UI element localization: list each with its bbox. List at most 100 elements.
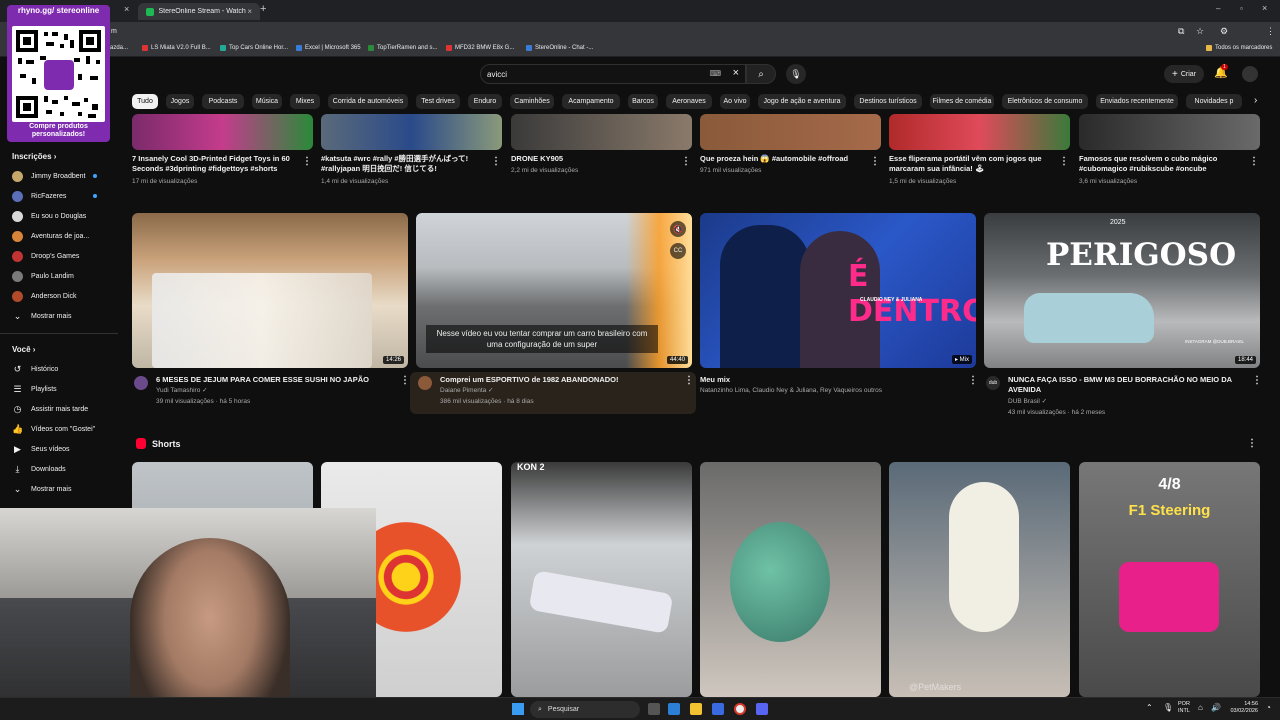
install-icon[interactable]: ⧉ bbox=[1178, 26, 1184, 37]
more-options-icon[interactable]: ⋮ bbox=[1249, 156, 1259, 167]
show-more-subscriptions[interactable]: ⌄ Mostrar mais bbox=[12, 311, 72, 322]
video-thumbnail-playing[interactable]: Nesse vídeo eu vou tentar comprar um car… bbox=[416, 213, 692, 368]
more-options-icon[interactable]: ⋮ bbox=[681, 156, 691, 167]
short-title[interactable]: Famosos que resolvem o cubo mágico #cubo… bbox=[1079, 154, 1244, 174]
star-icon[interactable]: ☆ bbox=[1196, 26, 1204, 37]
minimize-button[interactable]: – bbox=[1216, 4, 1220, 13]
clock[interactable]: 14:56 03/02/2026 bbox=[1224, 701, 1258, 715]
chips-next-icon[interactable]: › bbox=[1254, 95, 1257, 106]
more-options-icon[interactable]: ⋮ bbox=[491, 156, 501, 167]
sidebar-item-playlists[interactable]: ☰ Playlists bbox=[12, 384, 56, 395]
sidebar-subscription[interactable]: RicFazeres bbox=[12, 191, 66, 202]
chip[interactable]: Eletrônicos de consumo bbox=[1002, 94, 1088, 109]
language-indicator[interactable]: POR INTL bbox=[1178, 701, 1190, 715]
keyboard-icon[interactable]: ⌨ bbox=[709, 69, 721, 78]
channel-name[interactable]: Daiane Pimenta ✓ bbox=[440, 386, 494, 396]
chip[interactable]: Podcasts bbox=[202, 94, 244, 109]
bookmark-item[interactable]: TopTierRamen and s... bbox=[368, 45, 437, 51]
tab-active[interactable]: StereOnline Stream - Watch Li × bbox=[138, 3, 260, 20]
address-bar[interactable]: m ⧉ ☆ ⚙ ⋮ bbox=[0, 22, 1280, 42]
bookmark-item[interactable]: LS Miata V2.0 Full B... bbox=[142, 45, 211, 51]
create-button[interactable]: + Criar bbox=[1164, 65, 1204, 83]
video-thumbnail[interactable]: 14:26 bbox=[132, 213, 408, 368]
sidebar-subscription[interactable]: Jimmy Broadbent bbox=[12, 171, 85, 182]
you-header[interactable]: Você › bbox=[12, 345, 35, 354]
sidebar-subscription[interactable]: Paulo Landim bbox=[12, 271, 74, 282]
short-thumbnail[interactable] bbox=[511, 114, 692, 150]
chip[interactable]: Destinos turísticos bbox=[854, 94, 922, 109]
sidebar-item-history[interactable]: ↺ Histórico bbox=[12, 364, 59, 375]
file-explorer-icon[interactable] bbox=[690, 703, 702, 715]
chip[interactable]: Tudo bbox=[132, 94, 158, 109]
bookmark-item[interactable]: MFD32 BMW E8x G... bbox=[446, 45, 514, 51]
chip[interactable]: Acampamento bbox=[562, 94, 620, 109]
more-options-icon[interactable]: ⋮ bbox=[684, 375, 694, 386]
short-thumbnail[interactable] bbox=[700, 114, 881, 150]
store-icon[interactable] bbox=[712, 703, 724, 715]
short-thumbnail[interactable]: KON 2 bbox=[511, 462, 692, 697]
short-title[interactable]: DRONE KY905 bbox=[511, 154, 676, 164]
short-thumbnail[interactable] bbox=[132, 114, 313, 150]
subscriptions-header[interactable]: Inscrições › bbox=[12, 152, 56, 161]
bookmark-item[interactable]: Excel | Microsoft 365 bbox=[296, 45, 361, 51]
channel-avatar[interactable] bbox=[418, 376, 432, 390]
short-thumbnail[interactable]: @PetMakers bbox=[889, 462, 1070, 697]
chip[interactable]: Novidades p bbox=[1186, 94, 1242, 109]
short-title[interactable]: 7 Insanely Cool 3D-Printed Fidget Toys i… bbox=[132, 154, 297, 174]
short-title[interactable]: Esse fliperama portátil vêm com jogos qu… bbox=[889, 154, 1054, 174]
sidebar-item-liked[interactable]: 👍 Vídeos com "Gostei" bbox=[12, 424, 95, 435]
chip[interactable]: Música bbox=[252, 94, 282, 109]
channel-avatar[interactable]: dub bbox=[986, 376, 1000, 390]
windows-start-icon[interactable] bbox=[512, 703, 524, 715]
discord-icon[interactable] bbox=[756, 703, 768, 715]
chip[interactable]: Enduro bbox=[468, 94, 502, 109]
sidebar-item-watch-later[interactable]: ◷ Assistir mais tarde bbox=[12, 404, 89, 415]
sidebar-subscription[interactable]: Eu sou o Douglas bbox=[12, 211, 86, 222]
more-options-icon[interactable]: ⋮ bbox=[302, 156, 312, 167]
short-title[interactable]: #katsuta #wrc #rally #勝田選手がんばって! #rallyj… bbox=[321, 154, 486, 174]
bookmark-item[interactable]: Top Cars Online Hor... bbox=[220, 45, 288, 51]
short-thumbnail[interactable] bbox=[1079, 114, 1260, 150]
chip[interactable]: Caminhões bbox=[510, 94, 554, 109]
maximize-button[interactable]: ▫ bbox=[1240, 4, 1243, 13]
task-view-icon[interactable] bbox=[648, 703, 660, 715]
menu-icon[interactable]: ⋮ bbox=[1266, 26, 1275, 37]
captions-icon[interactable]: CC bbox=[670, 243, 686, 259]
chip[interactable]: Aeronaves bbox=[666, 94, 712, 109]
more-options-icon[interactable]: ⋮ bbox=[1252, 375, 1262, 386]
more-options-icon[interactable]: ⋮ bbox=[968, 375, 978, 386]
avatar[interactable] bbox=[1242, 66, 1258, 82]
mix-title[interactable]: Meu mix bbox=[700, 375, 960, 385]
chip[interactable]: Jogos bbox=[166, 94, 194, 109]
chip[interactable]: Mixes bbox=[290, 94, 320, 109]
search-input[interactable]: avicci ⌨ × bbox=[480, 64, 746, 84]
chip[interactable]: Filmes de comédia bbox=[930, 94, 994, 109]
edge-icon[interactable] bbox=[668, 703, 680, 715]
chip[interactable]: Enviados recentemente bbox=[1096, 94, 1178, 109]
voice-search-button[interactable]: 🎙 bbox=[786, 64, 806, 84]
chip[interactable]: Corrida de automóveis bbox=[328, 94, 408, 109]
extensions-icon[interactable]: ⚙ bbox=[1220, 26, 1228, 37]
microphone-icon[interactable]: 🎙 bbox=[1163, 703, 1173, 712]
chip[interactable]: Barcos bbox=[628, 94, 658, 109]
mute-icon[interactable]: 🔇 bbox=[670, 221, 686, 237]
chrome-icon[interactable] bbox=[734, 703, 746, 715]
clear-search-icon[interactable]: × bbox=[733, 67, 739, 79]
short-thumbnail[interactable] bbox=[321, 114, 502, 150]
sidebar-subscription[interactable]: Aventuras de joa... bbox=[12, 231, 89, 242]
window-close-button[interactable]: × bbox=[1262, 3, 1267, 13]
chip[interactable]: Test drives bbox=[416, 94, 460, 109]
bookmark-item[interactable]: azda... bbox=[110, 45, 128, 51]
chip[interactable]: Jogo de ação e aventura bbox=[758, 94, 846, 109]
video-title[interactable]: NUNCA FAÇA ISSO - BMW M3 DEU BORRACHÃO N… bbox=[1008, 375, 1248, 395]
chip[interactable]: Ao vivo bbox=[720, 94, 750, 109]
show-more-you[interactable]: ⌄ Mostrar mais bbox=[12, 484, 72, 495]
more-options-icon[interactable]: ⋮ bbox=[400, 375, 410, 386]
network-icon[interactable]: ⌂ bbox=[1198, 703, 1203, 712]
sidebar-item-your-videos[interactable]: ▶ Seus vídeos bbox=[12, 444, 70, 455]
notifications-icon[interactable]: ◔ bbox=[1266, 703, 1271, 712]
sidebar-subscription[interactable]: Anderson Dick bbox=[12, 291, 77, 302]
taskbar-search[interactable]: ⌕ Pesquisar bbox=[530, 701, 640, 718]
tab-close-icon[interactable]: × bbox=[247, 7, 252, 16]
tab-close-icon[interactable]: × bbox=[124, 4, 129, 14]
